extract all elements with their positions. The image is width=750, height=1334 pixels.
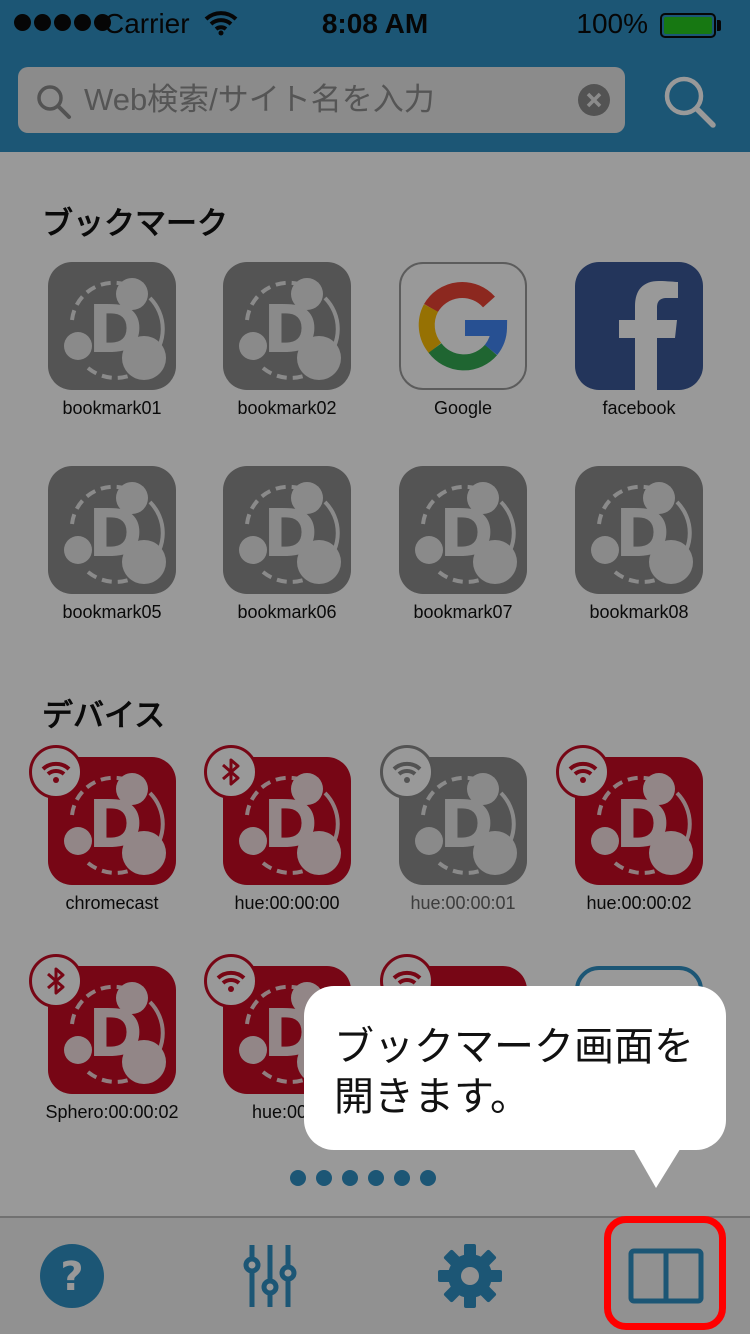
svg-text:?: ?: [60, 1254, 83, 1300]
bookmark-label: facebook: [602, 398, 676, 418]
help-icon: ?: [40, 1244, 104, 1308]
device-tile-hue-02[interactable]: D hue:00:00:02: [556, 745, 714, 947]
page-dot[interactable]: [316, 1170, 332, 1186]
search-icon: [664, 76, 716, 128]
bookmark-label: bookmark02: [237, 398, 337, 418]
device-tile-hue-00[interactable]: D hue:00:00:00: [204, 745, 362, 947]
app-logo-icon: D: [575, 466, 703, 594]
facebook-icon: [575, 262, 703, 390]
bookmark-tile-2[interactable]: D bookmark02: [212, 262, 362, 452]
app-logo-icon: D: [48, 262, 176, 390]
clear-search-button[interactable]: [578, 84, 610, 116]
devices-section-title: デバイス: [42, 698, 166, 733]
app-logo-icon: D: [48, 466, 176, 594]
bookmark-label: Google: [433, 398, 493, 418]
app-logo-icon: D: [223, 262, 351, 390]
bookmark-tile-facebook[interactable]: facebook: [564, 262, 714, 452]
page-dot[interactable]: [342, 1170, 358, 1186]
settings-sliders-tab[interactable]: [220, 1226, 320, 1326]
tooltip-line-1: ブックマーク画面を: [334, 1025, 694, 1069]
help-tab[interactable]: ?: [22, 1226, 122, 1326]
device-label: chromecast: [65, 893, 159, 913]
search-icon: [36, 84, 72, 125]
page-dot[interactable]: [368, 1170, 384, 1186]
tooltip-line-2: 開きます。: [334, 1075, 530, 1119]
bookmark-label: bookmark07: [413, 602, 513, 622]
battery-tip: [717, 20, 721, 31]
battery-percentage: 100%: [576, 8, 648, 39]
bookmark-tile-6[interactable]: D bookmark06: [212, 466, 362, 656]
gear-icon: [438, 1244, 502, 1308]
bookmark-label: bookmark08: [589, 602, 689, 622]
google-icon: [399, 262, 527, 390]
wifi-badge-icon: [380, 745, 434, 799]
page-dot-active[interactable]: [446, 1170, 462, 1186]
page-indicator[interactable]: [290, 1170, 462, 1186]
wifi-badge-icon: [556, 745, 610, 799]
bookmarks-section-title: ブックマーク: [42, 206, 228, 241]
tutorial-highlight-ring: [604, 1216, 726, 1330]
app-logo-icon: D: [223, 466, 351, 594]
bookmark-label: bookmark01: [62, 398, 162, 418]
device-label: hue:00:00:01: [410, 893, 516, 913]
device-label: Sphero:00:00:02: [45, 1102, 179, 1122]
search-input[interactable]: [84, 72, 564, 128]
bookmark-tile-1[interactable]: D bookmark01: [37, 262, 187, 452]
status-bar: Carrier 8:08 AM 100%: [0, 0, 750, 48]
page-dot[interactable]: [394, 1170, 410, 1186]
tutorial-tooltip: ブックマーク画面を 開きます。: [304, 986, 726, 1150]
search-button[interactable]: [660, 72, 720, 132]
tooltip-tail: [632, 1146, 682, 1193]
page-dot[interactable]: [290, 1170, 306, 1186]
bluetooth-badge-icon: [29, 954, 83, 1008]
device-tile-chromecast[interactable]: D chromecast: [29, 745, 187, 947]
app-logo-icon: D: [399, 466, 527, 594]
bookmark-tile-google[interactable]: Google: [388, 262, 538, 452]
battery-icon: [660, 13, 716, 38]
bookmark-tile-5[interactable]: D bookmark05: [37, 466, 187, 656]
device-label: hue:00:00:00: [234, 893, 340, 913]
page-dot[interactable]: [420, 1170, 436, 1186]
bookmark-label: bookmark05: [62, 602, 162, 622]
device-tile-sphero[interactable]: D Sphero:00:00:02: [29, 954, 187, 1156]
bookmark-tile-7[interactable]: D bookmark07: [388, 466, 538, 656]
device-tile-hue-01[interactable]: D hue:00:00:01: [380, 745, 538, 947]
device-label: hue:00:00:02: [586, 893, 692, 913]
bookmark-tile-8[interactable]: D bookmark08: [564, 466, 714, 656]
sliders-icon: [243, 1245, 297, 1307]
gear-tab[interactable]: [420, 1226, 520, 1326]
wifi-badge-icon: [29, 745, 83, 799]
bluetooth-badge-icon: [204, 745, 258, 799]
close-icon: [586, 92, 602, 108]
wifi-badge-icon: [204, 954, 258, 1008]
bookmark-label: bookmark06: [237, 602, 337, 622]
